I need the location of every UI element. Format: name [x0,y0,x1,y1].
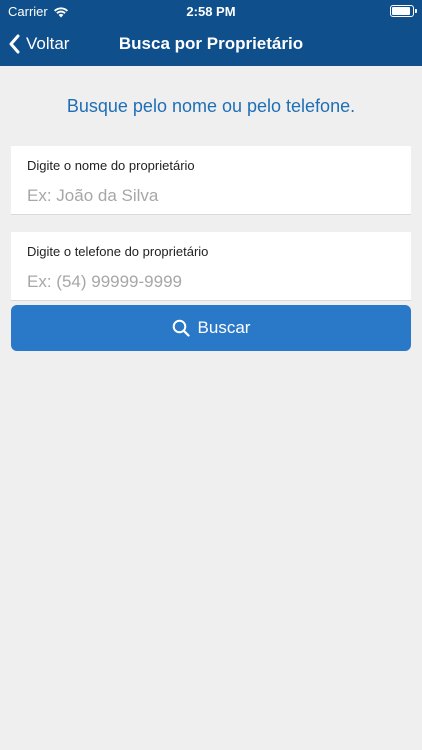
back-label: Voltar [26,34,70,53]
status-time: 2:58 PM [186,4,236,19]
instruction-text: Busque pelo nome ou pelo telefone. [66,96,356,116]
status-bar: Carrier 2:58 PM [0,0,422,22]
search-button[interactable]: Buscar [11,305,411,351]
nav-bar: Busca por Proprietário Voltar [0,22,422,66]
chevron-left-icon [9,34,20,54]
search-icon [172,319,190,337]
name-field-label: Digite o nome do proprietário [27,158,195,173]
app-header: Carrier 2:58 PM Busca por Proprietário V… [0,0,422,66]
back-button[interactable]: Voltar [8,22,69,66]
phone-field-label: Digite o telefone do proprietário [27,244,209,259]
phone-input[interactable] [27,270,397,294]
battery-icon [390,5,417,17]
phone-field-group: Digite o telefone do proprietário [11,232,411,301]
search-button-label: Buscar [197,318,251,337]
name-field-group: Digite o nome do proprietário [11,146,411,215]
name-input[interactable] [27,184,397,208]
